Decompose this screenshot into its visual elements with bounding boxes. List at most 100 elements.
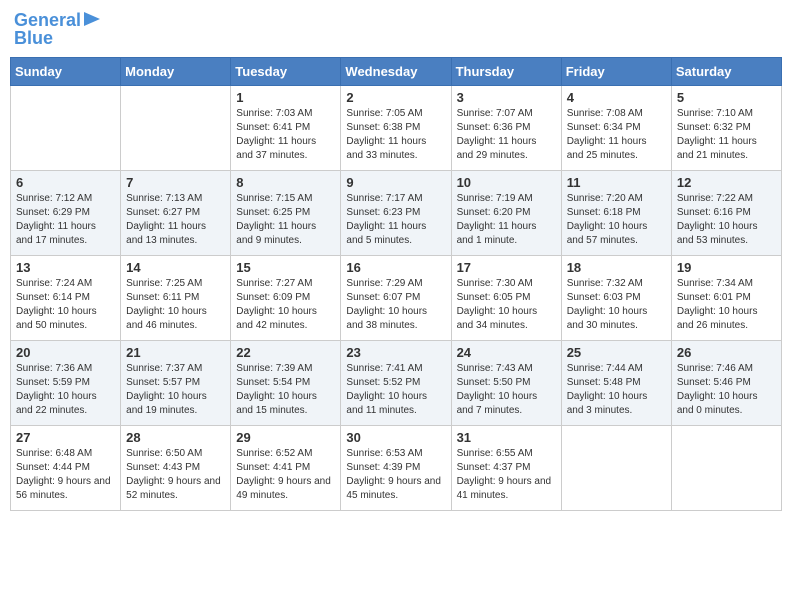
calendar-cell: 15 Sunrise: 7:27 AM Sunset: 6:09 PM Dayli… [231, 255, 341, 340]
day-info: Sunrise: 6:55 AM Sunset: 4:37 PM Dayligh… [457, 447, 556, 503]
day-number: 9 [346, 175, 445, 190]
day-number: 5 [677, 90, 776, 105]
calendar-cell: 7 Sunrise: 7:13 AM Sunset: 6:27 PM Daylig… [121, 170, 231, 255]
calendar-cell: 14Sunrise: 7:25 AM Sunset: 6:11 PM Dayli… [121, 255, 231, 340]
logo: General Blue [14, 10, 100, 49]
calendar-cell: 6Sunrise: 7:12 AM Sunset: 6:29 PM Daylig… [11, 170, 121, 255]
calendar-cell: 5 Sunrise: 7:10 AM Sunset: 6:32 PM Daylig… [671, 85, 781, 170]
calendar-cell: 24 Sunrise: 7:43 AM Sunset: 5:50 PM Dayli… [451, 340, 561, 425]
calendar-cell: 11 Sunrise: 7:20 AM Sunset: 6:18 PM Dayli… [561, 170, 671, 255]
day-info: Sunrise: 7:32 AM Sunset: 6:03 PM Dayligh… [567, 277, 666, 333]
day-number: 18 [567, 260, 666, 275]
day-info: Sunrise: 7:10 AM Sunset: 6:32 PM Dayligh… [677, 107, 776, 163]
day-number: 25 [567, 345, 666, 360]
day-info: Sunrise: 7:41 AM Sunset: 5:52 PM Dayligh… [346, 362, 445, 418]
day-info: Sunrise: 7:43 AM Sunset: 5:50 PM Dayligh… [457, 362, 556, 418]
calendar-cell: 31 Sunrise: 6:55 AM Sunset: 4:37 PM Dayli… [451, 425, 561, 510]
day-number: 2 [346, 90, 445, 105]
calendar-cell: 30 Sunrise: 6:53 AM Sunset: 4:39 PM Dayli… [341, 425, 451, 510]
calendar-cell [121, 85, 231, 170]
calendar-header-wednesday: Wednesday [341, 57, 451, 85]
calendar-cell [671, 425, 781, 510]
day-info: Sunrise: 7:39 AM Sunset: 5:54 PM Dayligh… [236, 362, 335, 418]
calendar-cell [11, 85, 121, 170]
calendar-cell: 1 Sunrise: 7:03 AM Sunset: 6:41 PM Daylig… [231, 85, 341, 170]
day-number: 22 [236, 345, 335, 360]
day-number: 16 [346, 260, 445, 275]
calendar-week-row: 13 Sunrise: 7:24 AM Sunset: 6:14 PM Dayli… [11, 255, 782, 340]
calendar-cell: 3 Sunrise: 7:07 AM Sunset: 6:36 PM Daylig… [451, 85, 561, 170]
calendar-cell: 28 Sunrise: 6:50 AM Sunset: 4:43 PM Dayli… [121, 425, 231, 510]
day-number: 27 [16, 430, 115, 445]
calendar-cell: 12 Sunrise: 7:22 AM Sunset: 6:16 PM Dayli… [671, 170, 781, 255]
day-info: Sunrise: 6:53 AM Sunset: 4:39 PM Dayligh… [346, 447, 445, 503]
calendar-cell: 16 Sunrise: 7:29 AM Sunset: 6:07 PM Dayli… [341, 255, 451, 340]
day-info: Sunrise: 7:37 AM Sunset: 5:57 PM Dayligh… [126, 362, 225, 418]
day-info: Sunrise: 7:24 AM Sunset: 6:14 PM Dayligh… [16, 277, 115, 333]
calendar-header-monday: Monday [121, 57, 231, 85]
calendar-week-row: 1 Sunrise: 7:03 AM Sunset: 6:41 PM Daylig… [11, 85, 782, 170]
day-info: Sunrise: 7:07 AM Sunset: 6:36 PM Dayligh… [457, 107, 556, 163]
day-info: Sunrise: 7:22 AM Sunset: 6:16 PM Dayligh… [677, 192, 776, 248]
day-info: Sunrise: 7:34 AM Sunset: 6:01 PM Dayligh… [677, 277, 776, 333]
calendar-header-thursday: Thursday [451, 57, 561, 85]
day-number: 12 [677, 175, 776, 190]
calendar-table: SundayMondayTuesdayWednesdayThursdayFrid… [10, 57, 782, 511]
calendar-cell: 25 Sunrise: 7:44 AM Sunset: 5:48 PM Dayli… [561, 340, 671, 425]
calendar-cell: 4 Sunrise: 7:08 AM Sunset: 6:34 PM Daylig… [561, 85, 671, 170]
logo-arrow-icon [84, 12, 100, 26]
calendar-cell: 9Sunrise: 7:17 AM Sunset: 6:23 PM Daylig… [341, 170, 451, 255]
calendar-cell: 20 Sunrise: 7:36 AM Sunset: 5:59 PM Dayli… [11, 340, 121, 425]
calendar-week-row: 20 Sunrise: 7:36 AM Sunset: 5:59 PM Dayli… [11, 340, 782, 425]
day-info: Sunrise: 7:19 AM Sunset: 6:20 PM Dayligh… [457, 192, 556, 248]
calendar-cell: 18 Sunrise: 7:32 AM Sunset: 6:03 PM Dayli… [561, 255, 671, 340]
day-number: 1 [236, 90, 335, 105]
day-info: Sunrise: 7:13 AM Sunset: 6:27 PM Dayligh… [126, 192, 225, 248]
day-number: 30 [346, 430, 445, 445]
calendar-week-row: 27Sunrise: 6:48 AM Sunset: 4:44 PM Dayli… [11, 425, 782, 510]
day-number: 17 [457, 260, 556, 275]
day-number: 29 [236, 430, 335, 445]
calendar-header-row: SundayMondayTuesdayWednesdayThursdayFrid… [11, 57, 782, 85]
calendar-header-tuesday: Tuesday [231, 57, 341, 85]
day-info: Sunrise: 7:20 AM Sunset: 6:18 PM Dayligh… [567, 192, 666, 248]
day-number: 28 [126, 430, 225, 445]
day-info: Sunrise: 6:52 AM Sunset: 4:41 PM Dayligh… [236, 447, 335, 503]
calendar-header-sunday: Sunday [11, 57, 121, 85]
calendar-cell: 26Sunrise: 7:46 AM Sunset: 5:46 PM Dayli… [671, 340, 781, 425]
day-info: Sunrise: 7:46 AM Sunset: 5:46 PM Dayligh… [677, 362, 776, 418]
calendar-week-row: 6Sunrise: 7:12 AM Sunset: 6:29 PM Daylig… [11, 170, 782, 255]
day-info: Sunrise: 7:12 AM Sunset: 6:29 PM Dayligh… [16, 192, 115, 248]
day-info: Sunrise: 7:29 AM Sunset: 6:07 PM Dayligh… [346, 277, 445, 333]
page-header: General Blue [10, 10, 782, 49]
calendar-cell: 10 Sunrise: 7:19 AM Sunset: 6:20 PM Dayli… [451, 170, 561, 255]
day-info: Sunrise: 7:30 AM Sunset: 6:05 PM Dayligh… [457, 277, 556, 333]
day-info: Sunrise: 6:50 AM Sunset: 4:43 PM Dayligh… [126, 447, 225, 503]
day-number: 15 [236, 260, 335, 275]
day-number: 7 [126, 175, 225, 190]
day-info: Sunrise: 7:27 AM Sunset: 6:09 PM Dayligh… [236, 277, 335, 333]
day-number: 23 [346, 345, 445, 360]
day-number: 10 [457, 175, 556, 190]
calendar-cell: 8Sunrise: 7:15 AM Sunset: 6:25 PM Daylig… [231, 170, 341, 255]
calendar-cell: 23 Sunrise: 7:41 AM Sunset: 5:52 PM Dayli… [341, 340, 451, 425]
calendar-header-friday: Friday [561, 57, 671, 85]
day-number: 4 [567, 90, 666, 105]
day-number: 3 [457, 90, 556, 105]
calendar-cell: 19Sunrise: 7:34 AM Sunset: 6:01 PM Dayli… [671, 255, 781, 340]
day-info: Sunrise: 7:36 AM Sunset: 5:59 PM Dayligh… [16, 362, 115, 418]
day-number: 20 [16, 345, 115, 360]
calendar-cell: 17 Sunrise: 7:30 AM Sunset: 6:05 PM Dayli… [451, 255, 561, 340]
day-number: 24 [457, 345, 556, 360]
day-info: Sunrise: 7:25 AM Sunset: 6:11 PM Dayligh… [126, 277, 225, 333]
day-number: 31 [457, 430, 556, 445]
calendar-cell: 27Sunrise: 6:48 AM Sunset: 4:44 PM Dayli… [11, 425, 121, 510]
logo-text-line2: Blue [14, 29, 53, 49]
day-info: Sunrise: 7:44 AM Sunset: 5:48 PM Dayligh… [567, 362, 666, 418]
calendar-header-saturday: Saturday [671, 57, 781, 85]
day-info: Sunrise: 7:03 AM Sunset: 6:41 PM Dayligh… [236, 107, 335, 163]
day-info: Sunrise: 7:08 AM Sunset: 6:34 PM Dayligh… [567, 107, 666, 163]
day-number: 8 [236, 175, 335, 190]
day-number: 13 [16, 260, 115, 275]
day-number: 11 [567, 175, 666, 190]
